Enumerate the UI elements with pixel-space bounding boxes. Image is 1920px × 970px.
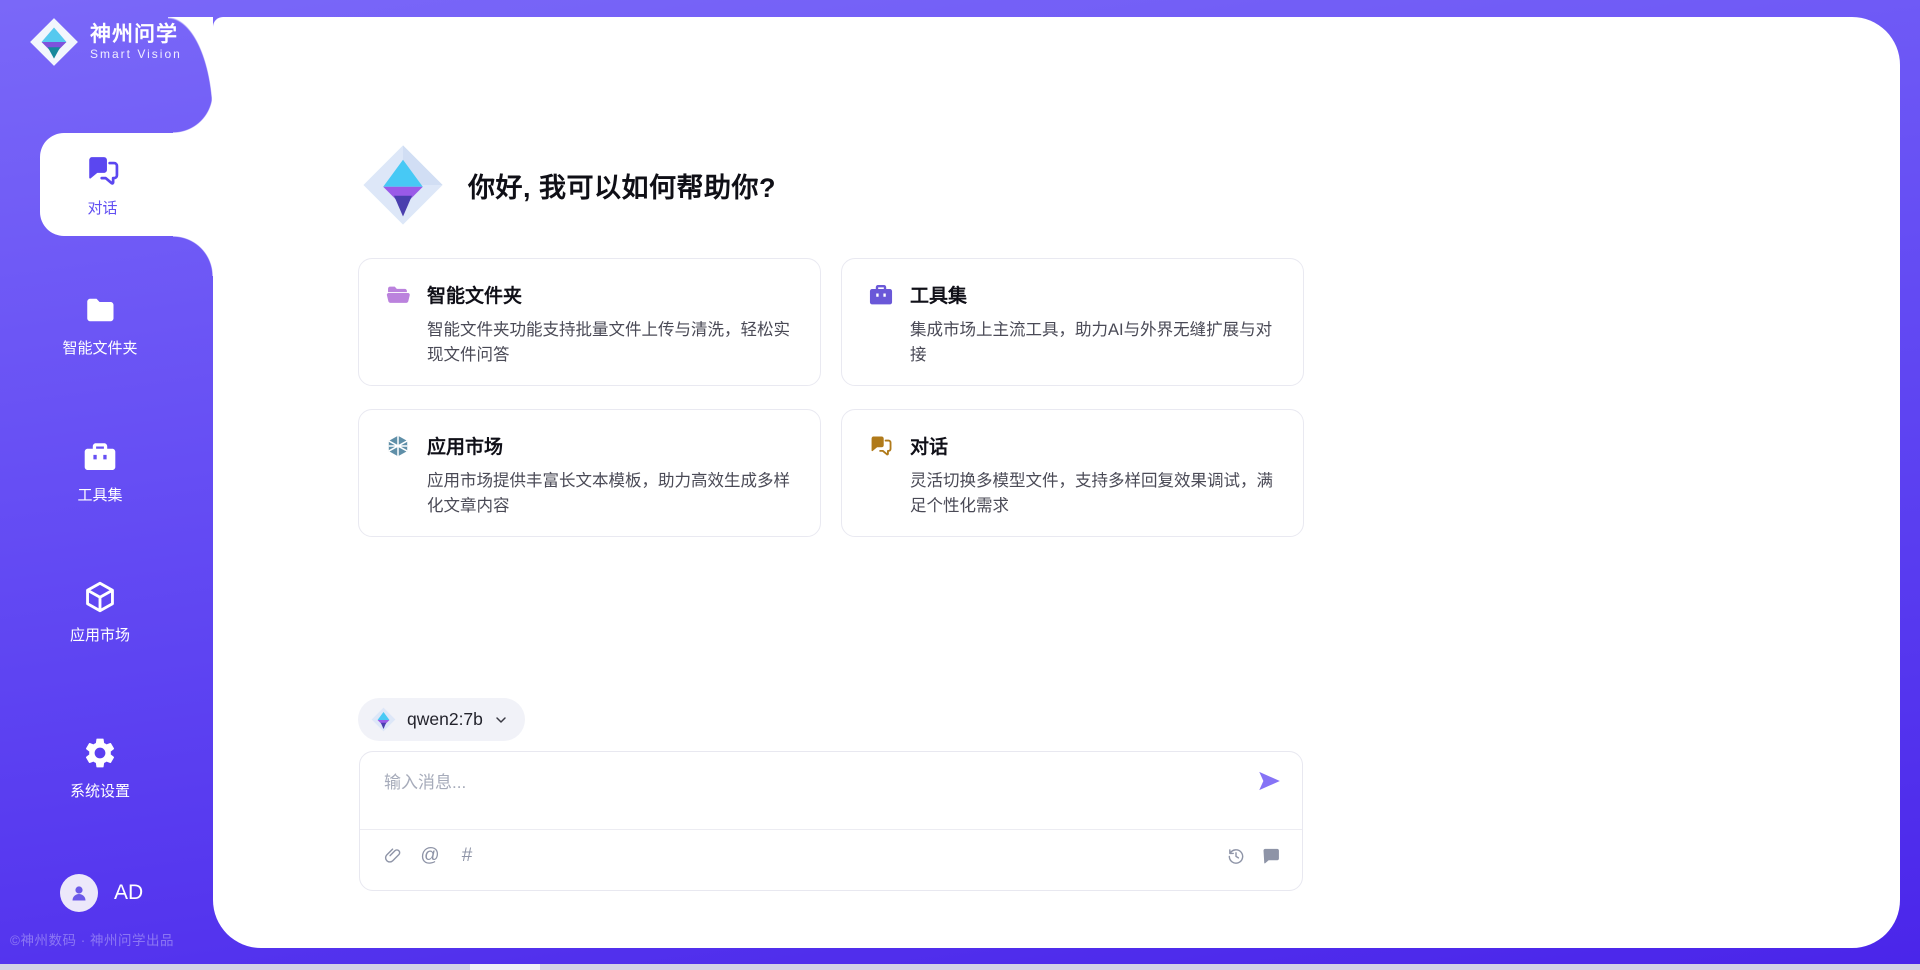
- card-title: 工具集: [910, 281, 967, 308]
- sidebar-item-label: 工具集: [30, 484, 170, 505]
- brand-diamond-icon: [28, 16, 80, 68]
- chat-icon: [868, 433, 894, 459]
- model-selector[interactable]: qwen2:7b: [358, 698, 525, 741]
- sidebar-item-chat[interactable]: 对话: [40, 133, 213, 236]
- model-name: qwen2:7b: [407, 709, 483, 730]
- folder-open-icon: [385, 282, 411, 308]
- card-description: 集成市场上主流工具，助力AI与外界无缝扩展与对接: [910, 318, 1277, 368]
- sidebar-item-toolset[interactable]: 工具集: [30, 439, 170, 505]
- user-profile[interactable]: AD: [60, 874, 143, 912]
- chat-icon: [84, 152, 122, 190]
- toolbox-icon: [82, 439, 118, 475]
- at-icon: @: [420, 845, 439, 867]
- card-description: 应用市场提供丰富长文本模板，助力高效生成多样化文章内容: [427, 469, 794, 519]
- sidebar-item-smart-folder[interactable]: 智能文件夹: [30, 292, 170, 358]
- composer-divider: [360, 829, 1302, 830]
- new-chat-button[interactable]: [1260, 845, 1282, 867]
- send-icon: [1256, 768, 1282, 794]
- message-composer: @ #: [359, 751, 1303, 891]
- app-window: 神州问学 Smart Vision 对话 智能文件夹: [0, 0, 1920, 970]
- brand-name: 神州问学: [90, 23, 182, 47]
- hash-icon: #: [462, 845, 473, 867]
- card-smart-folder[interactable]: 智能文件夹 智能文件夹功能支持批量文件上传与清洗，轻松实现文件问答: [358, 258, 821, 386]
- paperclip-icon: [383, 846, 403, 866]
- mention-button[interactable]: @: [419, 845, 441, 867]
- scrollbar-thumb[interactable]: [470, 964, 540, 970]
- message-input[interactable]: [384, 768, 1224, 798]
- sidebar: 神州问学 Smart Vision 对话 智能文件夹: [0, 0, 213, 970]
- topic-button[interactable]: #: [456, 845, 478, 867]
- user-initials: AD: [114, 881, 143, 905]
- person-icon: [67, 881, 91, 905]
- assistant-diamond-icon: [358, 140, 448, 230]
- folder-icon: [82, 292, 118, 328]
- card-toolset[interactable]: 工具集 集成市场上主流工具，助力AI与外界无缝扩展与对接: [841, 258, 1304, 386]
- sidebar-item-label: 系统设置: [30, 780, 170, 801]
- sidebar-item-app-market[interactable]: 应用市场: [30, 579, 170, 645]
- sidebar-item-label: 对话: [87, 197, 117, 218]
- feature-cards: 智能文件夹 智能文件夹功能支持批量文件上传与清洗，轻松实现文件问答 工具集 集成…: [358, 258, 1306, 537]
- sidebar-item-label: 智能文件夹: [30, 337, 170, 358]
- chevron-down-icon: [493, 712, 509, 728]
- greeting-title: 你好, 我可以如何帮助你?: [468, 166, 776, 205]
- copyright-footer: ©神州数码 · 神州问学出品: [10, 929, 220, 949]
- brand-subtitle: Smart Vision: [90, 47, 182, 61]
- brand-logo: 神州问学 Smart Vision: [28, 16, 182, 68]
- attach-file-button[interactable]: [382, 845, 404, 867]
- card-chat[interactable]: 对话 灵活切换多模型文件，支持多样回复效果调试，满足个性化需求: [841, 409, 1304, 537]
- chat-bubble-icon: [1261, 846, 1281, 866]
- card-title: 对话: [910, 432, 948, 459]
- sidebar-item-settings[interactable]: 系统设置: [30, 735, 170, 801]
- card-app-market[interactable]: 应用市场 应用市场提供丰富长文本模板，助力高效生成多样化文章内容: [358, 409, 821, 537]
- sidebar-item-label: 应用市场: [30, 624, 170, 645]
- cube-icon: [82, 579, 118, 615]
- avatar: [60, 874, 98, 912]
- history-icon: [1226, 846, 1246, 866]
- horizontal-scrollbar[interactable]: [0, 964, 1920, 970]
- model-diamond-icon: [370, 706, 397, 733]
- gear-icon: [82, 735, 118, 771]
- cube-grid-icon: [385, 433, 411, 459]
- card-title: 应用市场: [427, 432, 503, 459]
- history-button[interactable]: [1225, 845, 1247, 867]
- card-title: 智能文件夹: [427, 281, 522, 308]
- send-button[interactable]: [1256, 768, 1282, 794]
- composer-tools-right: [1225, 845, 1282, 867]
- card-description: 灵活切换多模型文件，支持多样回复效果调试，满足个性化需求: [910, 469, 1277, 519]
- toolbox-icon: [868, 282, 894, 308]
- composer-tools-left: @ #: [382, 845, 478, 867]
- greeting-row: 你好, 我可以如何帮助你?: [358, 140, 776, 230]
- card-description: 智能文件夹功能支持批量文件上传与清洗，轻松实现文件问答: [427, 318, 794, 368]
